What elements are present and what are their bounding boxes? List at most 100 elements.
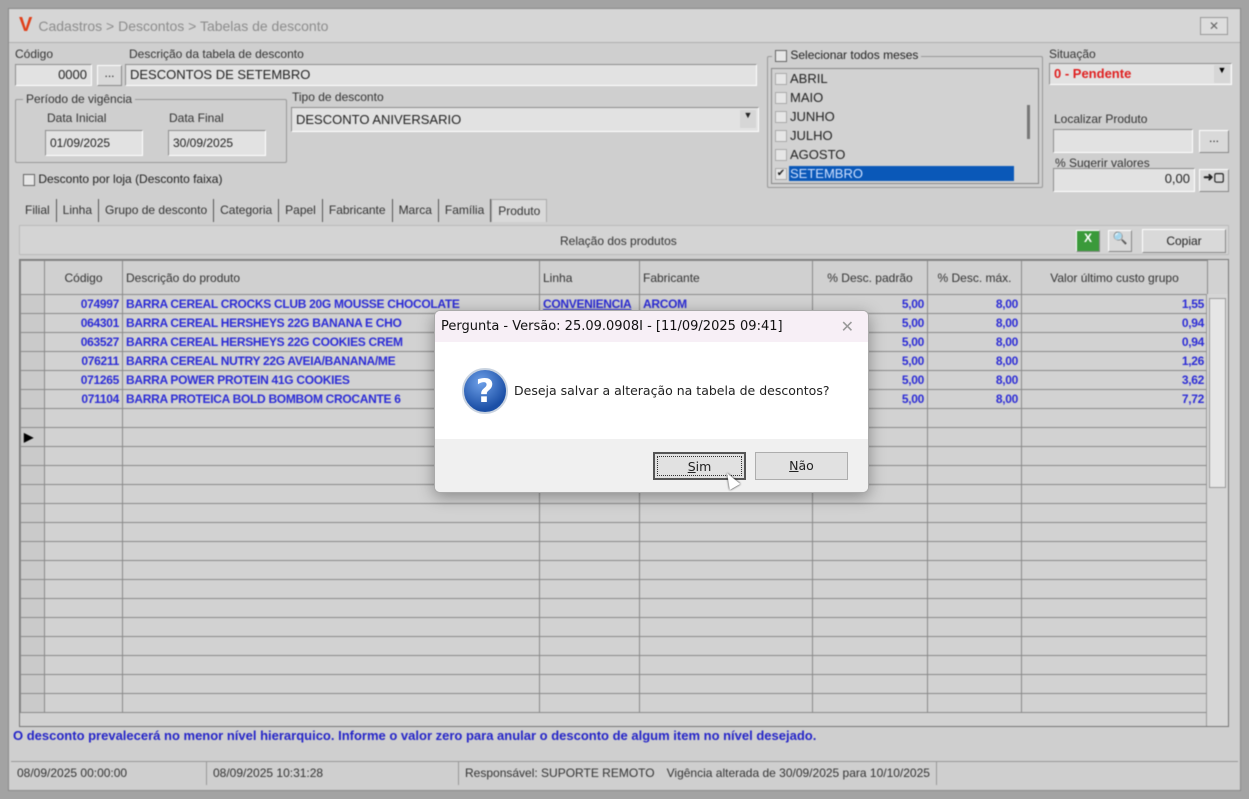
table-cell[interactable]: 0,94 <box>1021 332 1208 352</box>
table-cell[interactable] <box>1021 636 1208 656</box>
table-cell[interactable] <box>639 617 813 637</box>
table-cell[interactable] <box>927 408 1022 428</box>
table-cell[interactable] <box>1021 427 1208 447</box>
table-cell[interactable] <box>122 598 540 618</box>
row-indicator[interactable] <box>20 522 45 542</box>
table-cell[interactable] <box>639 598 813 618</box>
close-button[interactable]: ✕ <box>1200 17 1228 35</box>
sugerir-valores-input[interactable]: 0,00 <box>1053 168 1195 192</box>
table-cell[interactable]: 0,94 <box>1021 313 1208 333</box>
table-cell[interactable]: 071104 <box>44 389 123 409</box>
row-indicator[interactable] <box>20 389 45 409</box>
month-item[interactable]: JULHO <box>772 126 1038 145</box>
table-cell[interactable] <box>44 598 123 618</box>
table-cell[interactable] <box>812 503 928 523</box>
table-cell[interactable] <box>812 560 928 580</box>
table-cell[interactable] <box>44 446 123 466</box>
table-cell[interactable] <box>927 655 1022 675</box>
table-row[interactable] <box>20 579 1208 599</box>
chevron-down-icon[interactable]: ▼ <box>1214 65 1230 83</box>
meses-list[interactable]: ABRIL MAIO JUNHO JULHO AGOSTO ✔ SETEMBRO <box>771 68 1039 184</box>
table-cell[interactable] <box>812 541 928 561</box>
data-final-field[interactable]: 30/09/2025 <box>168 130 266 156</box>
table-cell[interactable] <box>1021 655 1208 675</box>
localizar-lookup-button[interactable]: ... <box>1199 130 1229 153</box>
row-indicator[interactable] <box>20 693 45 713</box>
table-row[interactable] <box>20 617 1208 637</box>
row-indicator[interactable] <box>20 560 45 580</box>
table-cell[interactable]: 8,00 <box>927 294 1022 314</box>
table-cell[interactable] <box>639 693 813 713</box>
codigo-field[interactable]: 0000 <box>15 64 92 86</box>
table-cell[interactable] <box>927 560 1022 580</box>
scrollbar-thumb[interactable] <box>1209 298 1226 488</box>
column-header[interactable]: Linha <box>539 260 640 295</box>
table-cell[interactable]: 1,26 <box>1021 351 1208 371</box>
table-cell[interactable]: 3,62 <box>1021 370 1208 390</box>
table-row[interactable] <box>20 598 1208 618</box>
row-indicator[interactable] <box>20 465 45 485</box>
table-cell[interactable] <box>122 674 540 694</box>
tab-fabricante[interactable]: Fabricante <box>323 199 393 222</box>
row-indicator[interactable] <box>20 351 45 371</box>
tab-papel[interactable]: Papel <box>279 199 323 222</box>
table-row[interactable] <box>20 636 1208 656</box>
table-cell[interactable] <box>44 693 123 713</box>
table-cell[interactable] <box>1021 541 1208 561</box>
table-cell[interactable] <box>927 674 1022 694</box>
tipo-desconto-select[interactable]: DESCONTO ANIVERSARIO ▼ <box>291 107 759 132</box>
table-cell[interactable] <box>812 636 928 656</box>
checkbox-icon[interactable] <box>775 148 787 161</box>
situacao-select[interactable]: 0 - Pendente ▼ <box>1049 63 1232 85</box>
table-cell[interactable] <box>539 674 640 694</box>
row-indicator[interactable] <box>20 294 45 314</box>
table-cell[interactable] <box>122 560 540 580</box>
table-cell[interactable]: 076211 <box>44 351 123 371</box>
table-cell[interactable] <box>44 560 123 580</box>
table-cell[interactable] <box>1021 693 1208 713</box>
apply-suggest-button[interactable]: ➜▢ <box>1199 169 1229 192</box>
column-header[interactable]: Fabricante <box>639 260 813 295</box>
table-cell[interactable] <box>639 655 813 675</box>
table-cell[interactable] <box>44 579 123 599</box>
table-row[interactable] <box>20 693 1208 713</box>
tab-família[interactable]: Família <box>439 199 492 222</box>
table-cell[interactable] <box>812 674 928 694</box>
table-cell[interactable] <box>1021 674 1208 694</box>
table-cell[interactable] <box>927 446 1022 466</box>
table-cell[interactable]: 064301 <box>44 313 123 333</box>
row-indicator[interactable] <box>20 541 45 561</box>
table-cell[interactable] <box>927 636 1022 656</box>
table-cell[interactable] <box>1021 503 1208 523</box>
checkbox-icon[interactable] <box>775 72 787 85</box>
table-cell[interactable] <box>44 617 123 637</box>
data-inicial-field[interactable]: 01/09/2025 <box>45 130 143 156</box>
table-cell[interactable] <box>122 636 540 656</box>
table-cell[interactable] <box>639 579 813 599</box>
table-cell[interactable] <box>122 655 540 675</box>
table-cell[interactable]: 074997 <box>44 294 123 314</box>
table-cell[interactable] <box>639 674 813 694</box>
table-row[interactable] <box>20 541 1208 561</box>
table-cell[interactable] <box>927 598 1022 618</box>
table-cell[interactable] <box>927 427 1022 447</box>
table-cell[interactable] <box>539 541 640 561</box>
month-item[interactable]: AGOSTO <box>772 145 1038 164</box>
month-item[interactable]: ABRIL <box>772 69 1038 88</box>
checkbox-icon[interactable] <box>23 173 35 186</box>
row-indicator[interactable] <box>20 579 45 599</box>
table-cell[interactable] <box>44 503 123 523</box>
tab-filial[interactable]: Filial <box>19 199 57 222</box>
row-indicator[interactable] <box>20 598 45 618</box>
month-item[interactable]: ✔ SETEMBRO <box>772 164 1038 183</box>
row-indicator[interactable] <box>20 617 45 637</box>
table-cell[interactable] <box>927 503 1022 523</box>
table-cell[interactable] <box>539 636 640 656</box>
checkbox-icon[interactable] <box>775 110 787 123</box>
table-cell[interactable] <box>927 693 1022 713</box>
table-cell[interactable]: 1,55 <box>1021 294 1208 314</box>
row-indicator[interactable] <box>20 484 45 504</box>
tab-produto[interactable]: Produto <box>491 199 548 222</box>
table-cell[interactable] <box>44 522 123 542</box>
column-header[interactable]: % Desc. máx. <box>927 260 1022 295</box>
